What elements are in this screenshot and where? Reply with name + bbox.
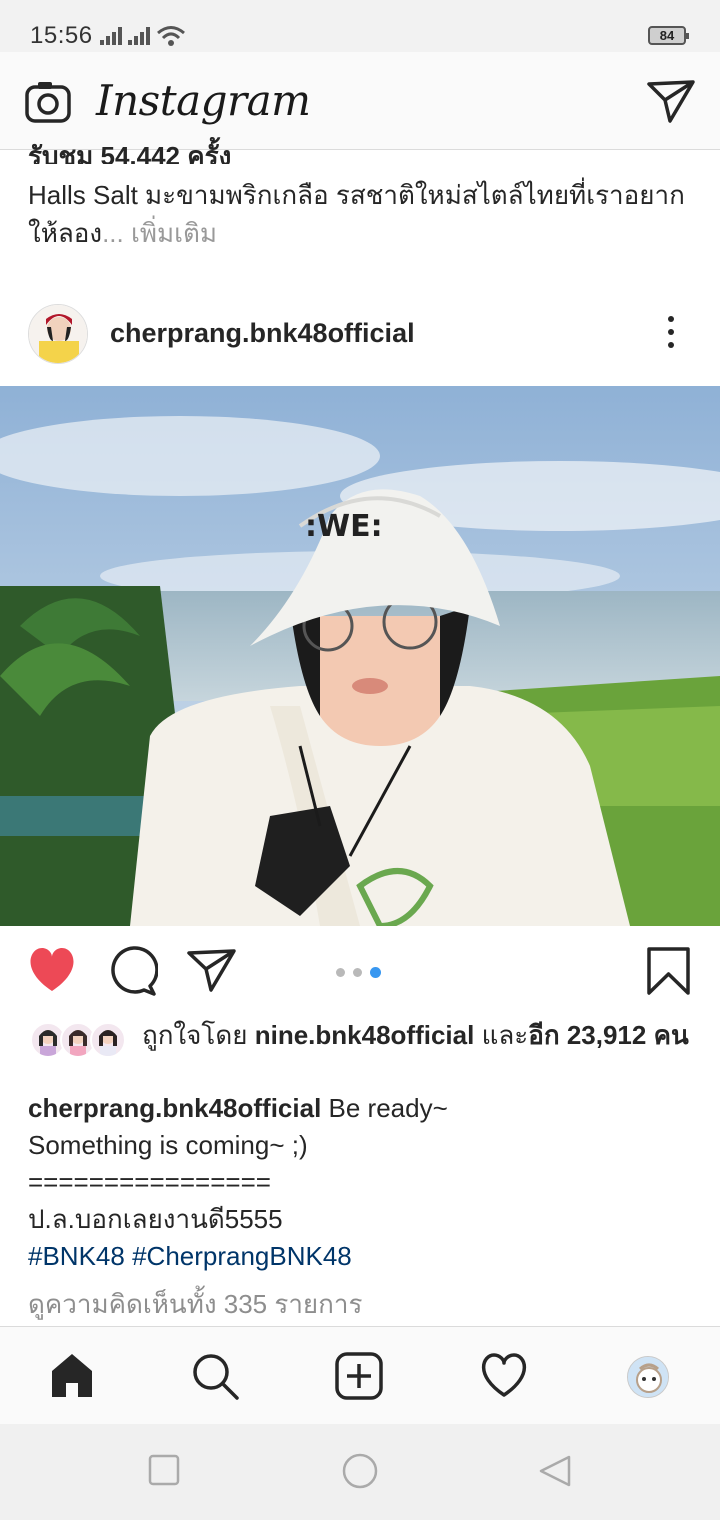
search-icon[interactable] (190, 1351, 240, 1401)
cellular-signal-2-icon (128, 27, 150, 45)
caption-username[interactable]: cherprang.bnk48official (28, 1093, 321, 1123)
post-photo-image: :WE: (0, 386, 720, 926)
view-all-comments-link[interactable]: ดูความคิดเห็นทั้ง 335 รายการ (28, 1284, 362, 1325)
post-username[interactable]: cherprang.bnk48official (110, 318, 415, 349)
liked-by-conjunction: และ (474, 1020, 529, 1050)
caption-line-3: ================ (28, 1167, 271, 1197)
profile-avatar-image (628, 1357, 668, 1397)
liked-by-user[interactable]: nine.bnk48official (255, 1020, 475, 1050)
status-bar: 15:56 84 (0, 0, 720, 52)
hashtag-bnk48[interactable]: #BNK48 (28, 1241, 125, 1271)
paper-plane-icon[interactable] (646, 78, 696, 124)
carousel-indicator (336, 964, 389, 979)
back-icon[interactable] (538, 1454, 572, 1488)
liked-by-prefix: ถูกใจโดย (142, 1020, 255, 1050)
save-bookmark-icon[interactable] (646, 946, 692, 996)
like-heart-icon[interactable] (26, 946, 78, 994)
recent-apps-icon[interactable] (148, 1454, 180, 1486)
instagram-logo: Instagram (96, 76, 311, 125)
liked-by-others-count[interactable]: อีก 23,912 คน (528, 1020, 689, 1050)
likers-avatars[interactable] (30, 1020, 130, 1060)
activity-heart-icon[interactable] (478, 1351, 530, 1399)
more-vertical-icon[interactable] (664, 316, 678, 354)
liker-avatar (90, 1022, 126, 1058)
add-post-icon[interactable] (334, 1351, 384, 1401)
cellular-signal-icon (100, 27, 122, 45)
status-time: 15:56 (30, 22, 93, 49)
more-link[interactable]: เพิ่มเติม (124, 218, 217, 248)
camera-icon[interactable] (24, 80, 72, 124)
home-circle-icon[interactable] (341, 1452, 379, 1490)
hashtag-cherprang[interactable]: #CherprangBNK48 (132, 1241, 352, 1271)
comment-icon[interactable] (106, 946, 158, 996)
bottom-navigation (0, 1326, 720, 1424)
post-photo[interactable]: :WE: (0, 386, 720, 926)
system-navigation-bar (0, 1424, 720, 1520)
post-caption: cherprang.bnk48official Be ready~ Someth… (28, 1090, 688, 1275)
svg-text::WE:: :WE: (305, 509, 383, 544)
caption-line-1: Be ready~ (321, 1093, 448, 1123)
battery-indicator: 84 (648, 26, 689, 45)
avatar-image (29, 305, 87, 363)
share-icon[interactable] (186, 946, 238, 994)
caption-line-2: Something is coming~ ;) (28, 1130, 308, 1160)
caption-line-4: ป.ล.บอกเลยงานดี5555 (28, 1204, 283, 1234)
liked-by-text[interactable]: ถูกใจโดย nine.bnk48official และอีก 23,91… (142, 1018, 692, 1052)
home-icon[interactable] (48, 1351, 96, 1399)
post-author-avatar[interactable] (28, 304, 88, 364)
profile-avatar[interactable] (627, 1356, 669, 1398)
previous-post-caption: Halls Salt มะขามพริกเกลือ รสชาติใหม่สไตล… (28, 176, 688, 252)
caption-ellipsis: ... (102, 218, 124, 248)
previous-post-view-count: รับชม 54,442 ครั้ง (28, 141, 232, 164)
wifi-icon (157, 26, 185, 46)
